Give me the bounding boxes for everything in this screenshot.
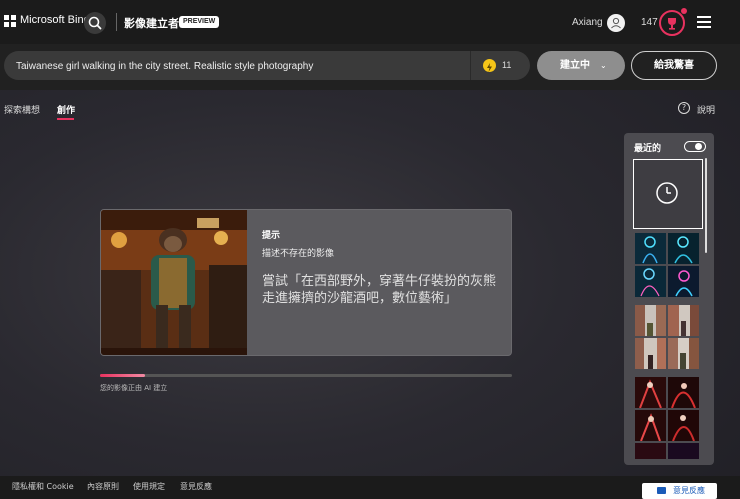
avatar[interactable] xyxy=(607,14,625,32)
footer-link-privacy[interactable]: 隱私權和 Cookie xyxy=(12,481,74,492)
search-icon xyxy=(88,16,102,30)
prompt-separator xyxy=(470,51,471,80)
tab-creations[interactable]: 創作 xyxy=(57,103,75,116)
prompt-input[interactable] xyxy=(16,58,466,74)
recent-scrollbar[interactable] xyxy=(705,158,707,253)
recent-thumbnail[interactable] xyxy=(635,443,666,459)
page-title: 影像建立者 xyxy=(124,17,179,30)
bing-brand-link[interactable]: Microsoft Bing xyxy=(20,14,90,26)
recent-thumbnail[interactable] xyxy=(668,377,699,409)
bear-saloon-image xyxy=(101,210,247,355)
feedback-button[interactable]: 意見反應 xyxy=(642,483,717,499)
boost-icon xyxy=(483,59,496,72)
footer-link-terms[interactable]: 使用規定 xyxy=(133,481,165,492)
create-button[interactable]: 建立中 xyxy=(537,51,625,80)
recent-thumbnail[interactable] xyxy=(635,338,666,369)
feedback-icon xyxy=(657,487,666,494)
toggle-knob xyxy=(695,143,702,150)
top-header xyxy=(0,0,740,44)
progress-label: 您的影像正由 AI 建立 xyxy=(100,384,168,392)
preview-badge: PREVIEW xyxy=(179,16,220,28)
recent-thumbnail[interactable] xyxy=(635,305,666,336)
user-icon xyxy=(611,17,621,29)
clock-icon xyxy=(656,182,678,204)
user-name[interactable]: Axiang xyxy=(572,17,603,28)
recent-thumbnail[interactable] xyxy=(635,377,666,409)
surprise-me-button[interactable]: 給我驚喜 xyxy=(631,51,717,80)
recent-thumbnail[interactable] xyxy=(668,266,699,297)
boost-count: 11 xyxy=(502,60,512,70)
help-link[interactable]: 說明 xyxy=(697,103,715,116)
recent-thumbnail[interactable] xyxy=(635,266,666,297)
recent-thumbnail[interactable] xyxy=(668,443,699,459)
recent-thumbnail[interactable] xyxy=(668,233,699,264)
footer-link-content-policy[interactable]: 內容原則 xyxy=(87,481,119,492)
notification-dot xyxy=(681,8,687,14)
help-icon[interactable]: ? xyxy=(678,102,690,114)
footer-link-feedback[interactable]: 意見反應 xyxy=(180,481,212,492)
tab-explore-ideas[interactable]: 探索構想 xyxy=(4,103,40,116)
microsoft-logo-icon[interactable] xyxy=(4,15,16,27)
search-button[interactable] xyxy=(84,12,106,34)
trophy-icon xyxy=(668,18,676,30)
chevron-down-icon[interactable]: ⌄ xyxy=(600,61,607,70)
header-divider xyxy=(116,13,117,31)
active-tab-indicator xyxy=(57,118,74,120)
recent-thumbnail[interactable] xyxy=(635,233,666,264)
recent-title: 最近的 xyxy=(634,144,662,154)
hamburger-menu-icon[interactable] xyxy=(697,16,711,28)
rewards-button[interactable] xyxy=(659,10,685,36)
recent-thumbnail[interactable] xyxy=(635,410,666,442)
tip-subheading: 描述不存在的影像 xyxy=(262,249,335,259)
recent-thumbnail[interactable] xyxy=(668,305,699,336)
recent-thumbnail[interactable] xyxy=(668,338,699,369)
tip-example-prompt: 嘗試「在西部野外，穿著牛仔裝扮的灰熊走進擁擠的沙龍酒吧，數位藝術」 xyxy=(262,274,497,306)
tip-heading: 提示 xyxy=(262,231,281,241)
progress-track xyxy=(100,374,512,377)
rewards-points[interactable]: 147 xyxy=(641,17,658,28)
recent-thumbnail[interactable] xyxy=(668,410,699,442)
progress-fill xyxy=(100,374,145,377)
